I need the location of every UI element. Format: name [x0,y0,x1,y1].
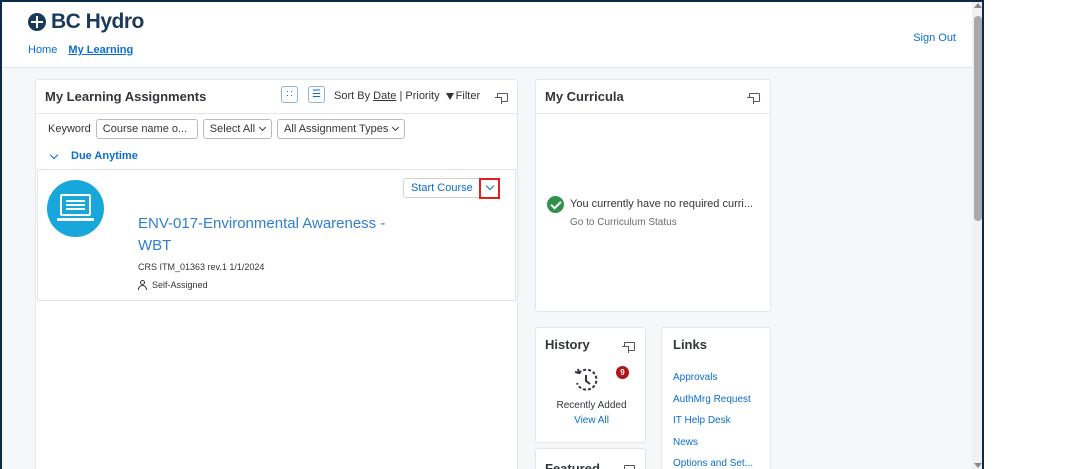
curricula-header: My Curricula [536,80,770,114]
expand-icon[interactable] [747,93,760,104]
link-approvals[interactable]: Approvals [673,372,753,394]
expand-icon[interactable] [495,93,508,104]
select-all-dropdown[interactable]: Select All [202,119,273,139]
sort-date-link[interactable]: Date [373,90,396,102]
course-menu-chevron-down-icon[interactable] [479,178,500,199]
learning-assignments-card: My Learning Assignments ∷ ☰ Sort By Date… [35,79,518,469]
brand-logo[interactable]: BC Hydro [28,10,144,34]
keyword-input[interactable]: Course name o... [95,119,198,139]
filter-icon[interactable] [445,93,454,100]
scroll-thumb[interactable] [974,16,982,221]
filter-bar: Keyword Course name o... Select All All … [48,119,406,139]
recently-added-label: Recently Added [556,400,627,411]
person-icon [138,280,147,290]
link-options-and-settings[interactable]: Options and Set... [673,458,753,469]
link-news[interactable]: News [673,437,753,459]
breadcrumb: Home My Learning [28,44,133,56]
select-all-label: Select All [209,123,256,135]
history-icon[interactable] [572,366,600,394]
sort-by-label: Sort By [334,90,371,102]
links-title: Links [673,337,707,352]
page-scrollbar[interactable] [972,2,982,469]
assigned-label: Self-Assigned [152,280,208,290]
expand-icon[interactable] [624,465,635,469]
due-anytime-group-toggle[interactable]: Due Anytime [48,150,138,162]
group-label: Due Anytime [71,150,138,162]
assignment-type: Self-Assigned [138,280,208,290]
list-view-icon[interactable]: ☰ [308,86,325,103]
course-thumbnail[interactable] [47,180,104,237]
course-item: Start Course ENV-017-Environmental Aware… [37,169,516,301]
breadcrumb-my-learning[interactable]: My Learning [68,44,133,56]
curricula-title: My Curricula [545,89,624,104]
sort-priority-link[interactable]: Priority [405,90,439,102]
bc-hydro-logo-icon [28,13,46,31]
sign-out-link[interactable]: Sign Out [913,32,956,44]
curriculum-status-link[interactable]: Go to Curriculum Status [570,217,677,228]
chevron-down-icon [49,150,59,159]
no-curricula-message: You currently have no required curri... [570,198,754,210]
assignment-types-dropdown[interactable]: All Assignment Types [277,119,406,139]
history-title: History [545,337,590,352]
links-card: Links Approvals AuthMrg Request IT Help … [661,327,771,469]
history-count-badge: 9 [616,366,629,379]
featured-card: Featured [535,448,646,469]
my-curricula-card: My Curricula You currently have no requi… [535,79,771,312]
start-course-button[interactable]: Start Course [403,178,481,198]
expand-icon[interactable] [622,342,635,353]
scroll-down-icon[interactable] [974,463,982,468]
check-circle-icon [547,196,564,213]
featured-title: Featured [545,461,600,469]
links-list: Approvals AuthMrg Request IT Help Desk N… [673,372,753,469]
course-title-link[interactable]: ENV-017-Environmental Awareness - WBT [138,213,398,257]
monitor-icon [60,194,91,216]
view-all-link[interactable]: View All [536,415,647,426]
course-meta: CRS ITM_01363 rev.1 1/1/2024 [138,262,265,272]
sort-controls: Sort By Date | Priority Filter [334,90,480,102]
scroll-up-icon[interactable] [974,3,982,8]
grid-view-icon[interactable]: ∷ [281,86,298,103]
history-card: History 9 Recently Added View All [535,327,646,443]
keyword-label: Keyword [48,123,91,135]
brand-name: BC Hydro [51,10,144,33]
app-window: BC Hydro Home My Learning Sign Out My Le… [0,0,984,469]
filter-link[interactable]: Filter [456,90,480,102]
chevron-down-icon [392,123,400,132]
assignments-header: My Learning Assignments ∷ ☰ Sort By Date… [36,80,517,114]
assignments-title: My Learning Assignments [45,89,207,104]
assignment-types-label: All Assignment Types [284,123,389,135]
chevron-down-icon [259,123,267,132]
sort-separator: | [399,90,403,102]
top-bar: BC Hydro Home My Learning Sign Out [2,2,982,68]
breadcrumb-home[interactable]: Home [28,44,57,56]
link-it-help-desk[interactable]: IT Help Desk [673,415,753,437]
link-authmrg-request[interactable]: AuthMrg Request [673,394,753,416]
